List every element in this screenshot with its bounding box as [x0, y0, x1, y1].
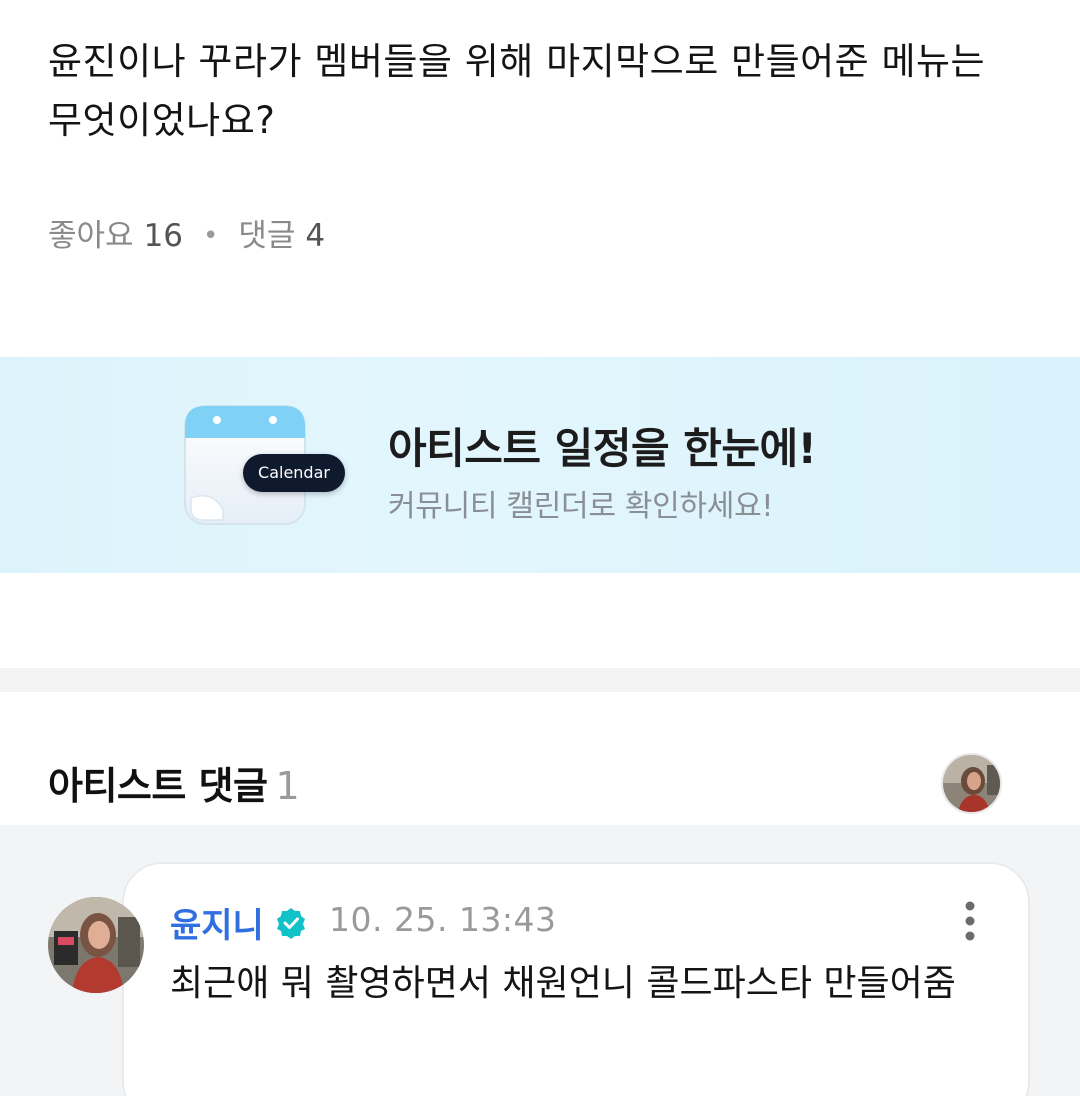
comment-timestamp: 10. 25. 13:43	[329, 900, 557, 939]
calendar-pill: Calendar	[243, 454, 345, 492]
post-title: 윤진이나 꾸라가 멤버들을 위해 마지막으로 만들어준 메뉴는 무엇이었나요?	[48, 40, 986, 142]
comment-text: 최근애 뭐 촬영하면서 채원언니 콜드파스타 만들어줌	[170, 963, 956, 1004]
likes-stat[interactable]: 좋아요 16	[48, 216, 183, 256]
commenter-avatar[interactable]	[48, 897, 144, 993]
comments-count: 4	[305, 218, 326, 254]
calendar-banner[interactable]: Calendar 아티스트 일정을 한눈에! 커뮤니티 캘린더로 확인하세요!	[0, 357, 1080, 573]
artist-avatar-image	[943, 755, 1000, 812]
banner-subtitle: 커뮤니티 캘린더로 확인하세요!	[388, 489, 774, 524]
stats-separator: •	[203, 221, 219, 251]
post-stats: 좋아요 16 • 댓글 4	[48, 216, 325, 256]
comments-stat[interactable]: 댓글 4	[238, 216, 325, 256]
comments-label: 댓글	[238, 218, 296, 254]
commenter-avatar-image	[48, 897, 144, 993]
comment-author[interactable]: 윤지니	[170, 898, 308, 947]
more-options-icon[interactable]	[955, 898, 985, 944]
banner-title: 아티스트 일정을 한눈에!	[388, 424, 817, 473]
verified-badge-icon	[276, 907, 305, 939]
artist-avatar[interactable]	[941, 753, 1002, 814]
post-page: 윤진이나 꾸라가 멤버들을 위해 마지막으로 만들어준 메뉴는 무엇이었나요? …	[0, 0, 1080, 1096]
artist-comments-count: 1	[275, 764, 300, 808]
artist-comments-heading: 아티스트 댓글 1	[48, 755, 300, 810]
likes-label: 좋아요	[48, 218, 134, 254]
section-divider	[0, 668, 1080, 692]
artist-comments-title: 아티스트 댓글	[48, 764, 268, 808]
likes-count: 16	[143, 218, 184, 254]
comment-author-name: 윤지니	[170, 906, 264, 946]
